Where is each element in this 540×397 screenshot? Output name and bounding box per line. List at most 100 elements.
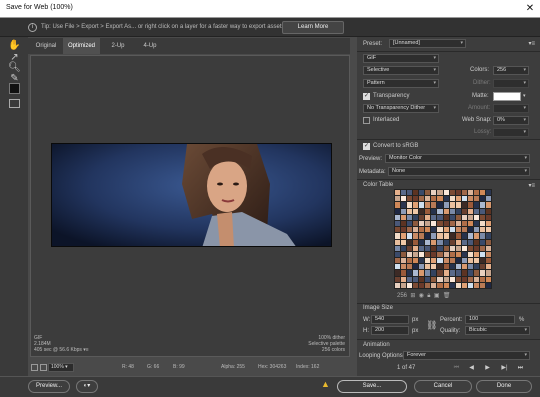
color-swatch[interactable] bbox=[413, 239, 419, 245]
color-swatch[interactable] bbox=[401, 270, 407, 276]
color-swatch[interactable] bbox=[419, 282, 425, 288]
color-swatch[interactable] bbox=[449, 202, 455, 208]
color-swatch[interactable] bbox=[449, 276, 455, 282]
zoom-out-icon[interactable] bbox=[31, 364, 38, 371]
amount-field[interactable]: ▾ bbox=[493, 104, 529, 113]
color-swatch[interactable] bbox=[449, 190, 455, 196]
color-swatch[interactable] bbox=[419, 239, 425, 245]
color-swatch[interactable] bbox=[413, 276, 419, 282]
color-swatch[interactable] bbox=[461, 202, 467, 208]
color-swatch[interactable] bbox=[443, 251, 449, 258]
tab-2up[interactable]: 2-Up bbox=[104, 38, 132, 54]
next-frame-icon[interactable]: ▶| bbox=[500, 364, 509, 372]
convert-srgb-checkbox[interactable]: ✓ bbox=[363, 143, 370, 150]
color-swatch[interactable] bbox=[413, 214, 419, 220]
color-swatch[interactable] bbox=[473, 239, 479, 245]
color-swatch[interactable] bbox=[407, 258, 413, 264]
color-swatch[interactable] bbox=[461, 239, 467, 245]
color-swatch[interactable] bbox=[425, 208, 431, 214]
color-swatch[interactable] bbox=[407, 270, 413, 276]
color-swatch[interactable] bbox=[401, 227, 407, 233]
color-swatch[interactable] bbox=[455, 233, 461, 239]
color-swatch[interactable] bbox=[461, 264, 467, 270]
color-swatch[interactable] bbox=[479, 190, 485, 196]
color-swatch[interactable] bbox=[467, 251, 473, 258]
color-swatch[interactable] bbox=[407, 196, 413, 202]
color-swatch[interactable] bbox=[485, 239, 491, 245]
color-swatch[interactable] bbox=[395, 227, 401, 233]
color-swatch[interactable] bbox=[443, 239, 449, 245]
color-swatch[interactable] bbox=[431, 233, 437, 239]
color-swatch[interactable] bbox=[443, 264, 449, 270]
color-swatch[interactable] bbox=[401, 208, 407, 214]
color-swatch[interactable] bbox=[449, 239, 455, 245]
color-swatch[interactable] bbox=[419, 208, 425, 214]
color-swatch[interactable] bbox=[395, 220, 401, 227]
color-swatch[interactable] bbox=[395, 258, 401, 264]
color-swatch[interactable] bbox=[419, 190, 425, 196]
color-swatch[interactable] bbox=[485, 282, 491, 288]
color-swatch[interactable] bbox=[419, 258, 425, 264]
color-swatch[interactable] bbox=[431, 258, 437, 264]
color-swatch[interactable] bbox=[467, 276, 473, 282]
previous-frame-icon[interactable]: ◀ bbox=[467, 364, 476, 372]
color-swatch[interactable] bbox=[407, 202, 413, 208]
color-swatch[interactable] bbox=[485, 245, 491, 251]
color-swatch[interactable] bbox=[425, 196, 431, 202]
color-swatch[interactable] bbox=[479, 282, 485, 288]
color-swatch[interactable] bbox=[413, 208, 419, 214]
map-to-transparent-icon[interactable]: ⊞ bbox=[409, 293, 415, 299]
save-button[interactable]: Save... bbox=[337, 380, 407, 393]
color-swatch[interactable] bbox=[479, 264, 485, 270]
color-swatch[interactable] bbox=[449, 227, 455, 233]
color-swatch[interactable] bbox=[395, 208, 401, 214]
color-swatch[interactable] bbox=[395, 276, 401, 282]
color-swatch[interactable] bbox=[425, 233, 431, 239]
color-swatch[interactable] bbox=[431, 227, 437, 233]
color-swatch[interactable] bbox=[425, 270, 431, 276]
color-swatch[interactable] bbox=[431, 196, 437, 202]
tab-optimized[interactable]: Optimized bbox=[63, 38, 100, 54]
color-table-grid[interactable] bbox=[394, 189, 492, 289]
color-swatch[interactable] bbox=[455, 190, 461, 196]
tab-4up[interactable]: 4-Up bbox=[136, 38, 164, 54]
color-swatch[interactable] bbox=[455, 270, 461, 276]
color-swatch[interactable] bbox=[431, 264, 437, 270]
color-swatch[interactable] bbox=[473, 258, 479, 264]
color-swatch[interactable] bbox=[425, 264, 431, 270]
color-swatch[interactable] bbox=[443, 196, 449, 202]
color-swatch[interactable] bbox=[407, 264, 413, 270]
learn-more-button[interactable]: Learn More bbox=[282, 21, 344, 34]
color-swatch[interactable] bbox=[425, 282, 431, 288]
color-swatch[interactable] bbox=[485, 196, 491, 202]
color-swatch[interactable] bbox=[467, 239, 473, 245]
color-swatch[interactable] bbox=[395, 233, 401, 239]
color-swatch[interactable] bbox=[431, 270, 437, 276]
color-table-menu-icon[interactable]: ▾≡ bbox=[528, 182, 535, 189]
color-swatch[interactable] bbox=[431, 239, 437, 245]
color-swatch[interactable] bbox=[461, 282, 467, 288]
transparency-dither-select[interactable]: No Transparency Dither ▾ bbox=[363, 104, 439, 113]
dither-algorithm-select[interactable]: Pattern ▾ bbox=[363, 79, 439, 88]
preview-select[interactable]: Monitor Color ▾ bbox=[385, 154, 530, 163]
color-swatch[interactable] bbox=[485, 258, 491, 264]
preview-button[interactable]: Preview... bbox=[28, 380, 70, 393]
color-swatch[interactable] bbox=[437, 276, 443, 282]
color-swatch[interactable] bbox=[425, 202, 431, 208]
color-swatch[interactable] bbox=[395, 196, 401, 202]
color-swatch[interactable] bbox=[467, 190, 473, 196]
color-swatch[interactable] bbox=[395, 270, 401, 276]
color-swatch[interactable] bbox=[461, 190, 467, 196]
color-swatch[interactable] bbox=[485, 264, 491, 270]
preset-select[interactable]: [Unnamed] ▾ bbox=[389, 39, 466, 48]
color-swatch[interactable] bbox=[395, 245, 401, 251]
matte-color-swatch[interactable] bbox=[493, 92, 521, 101]
color-swatch[interactable] bbox=[437, 270, 443, 276]
color-swatch[interactable] bbox=[461, 276, 467, 282]
color-swatch[interactable] bbox=[455, 202, 461, 208]
color-swatch[interactable] bbox=[395, 190, 401, 196]
color-swatch[interactable] bbox=[443, 202, 449, 208]
color-swatch[interactable] bbox=[413, 258, 419, 264]
height-field[interactable]: 200 bbox=[371, 326, 409, 335]
color-swatch[interactable] bbox=[443, 282, 449, 288]
